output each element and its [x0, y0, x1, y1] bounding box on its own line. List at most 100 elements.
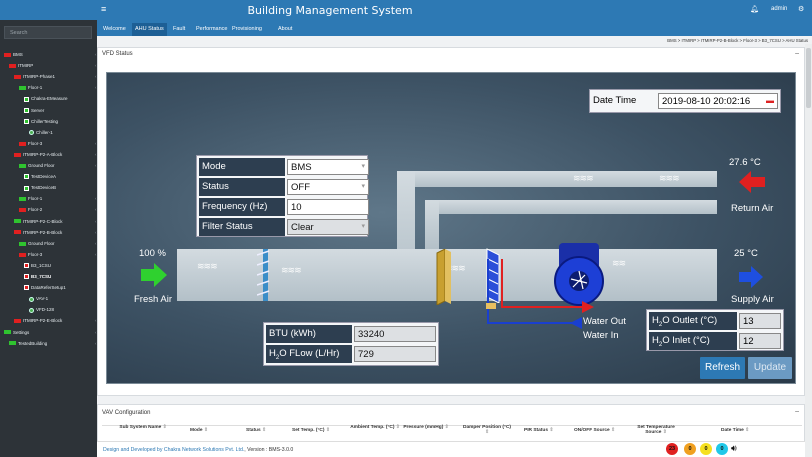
tree-node-label: ChillerTesting: [31, 118, 59, 124]
sort-icon[interactable]: ⇕: [394, 425, 400, 430]
tree-node-label: VFD-128: [36, 307, 55, 313]
tree-node-label: Floor-1: [28, 85, 43, 91]
tree-node-label: Floor-2: [28, 207, 43, 213]
tree-node[interactable]: Floor-1 ‹: [19, 83, 97, 93]
tree-node[interactable]: B3_7CSU: [24, 272, 51, 282]
h2o-flow-label: H2O FLow (L/Hr): [266, 345, 352, 363]
tree-node[interactable]: DataReferSetup1: [24, 283, 66, 293]
tree-node[interactable]: Ground Floor ‹: [19, 161, 97, 171]
tab-fault[interactable]: Fault: [170, 23, 188, 36]
tree-node[interactable]: Ground Floor ‹: [19, 239, 97, 249]
tree-node[interactable]: ITMIRP-Phase1 ‹: [14, 72, 97, 82]
vav-config-panel: VAV Configuration –: [97, 404, 805, 444]
alarm-count-badge[interactable]: 23: [666, 443, 678, 455]
supply-air-arrow-icon: [739, 266, 763, 288]
device-icon: [24, 96, 29, 102]
tree-node[interactable]: Floor-3 ‹: [19, 250, 97, 260]
tree-node[interactable]: B3_1CSU: [24, 261, 51, 271]
tree-node[interactable]: ITMIRP-P2-C-Block ‹: [14, 217, 97, 227]
sort-icon[interactable]: ⇕: [744, 428, 749, 433]
column-header[interactable]: Damper Position (°C) ⇕: [462, 425, 512, 435]
frequency-hz-input[interactable]: 10: [287, 199, 369, 215]
sort-icon[interactable]: ⇕: [610, 428, 615, 433]
folder-icon: [14, 319, 21, 324]
tab-performance[interactable]: Performance: [193, 23, 231, 36]
tree-node[interactable]: Floor-2 ‹: [19, 205, 97, 215]
status-select[interactable]: OFF: [287, 179, 369, 195]
bell-icon[interactable]: 🔔︎: [750, 5, 759, 13]
tree-node[interactable]: VAV-1: [29, 294, 48, 304]
settings-icon[interactable]: ⚙: [798, 5, 804, 13]
tree-node[interactable]: ITMIRP-P2-B-Block ‹: [14, 228, 97, 238]
tree-node[interactable]: ITMIRP ‹: [9, 61, 97, 71]
sensor-icon: [29, 130, 34, 135]
datetime-field[interactable]: 2019-08-10 20:02:16: [658, 93, 778, 109]
tree-node-label: ITMIRP-P2-C-Block: [23, 218, 63, 224]
tree-node-label: TestedBuilding: [18, 340, 48, 346]
sort-icon[interactable]: ⇕: [548, 428, 553, 433]
sort-icon[interactable]: ⇕: [443, 425, 449, 430]
scrollbar-thumb[interactable]: [806, 48, 811, 108]
page-scrollbar[interactable]: [805, 44, 812, 457]
alarm-count-badge[interactable]: 0: [684, 443, 696, 455]
mode-select[interactable]: BMS: [287, 159, 369, 175]
collapse-icon[interactable]: –: [795, 50, 799, 57]
folder-icon: [4, 330, 11, 335]
tab-about[interactable]: About: [275, 23, 295, 36]
sort-icon[interactable]: ⇕: [161, 425, 167, 430]
tree-node[interactable]: BMS ‹: [4, 50, 97, 60]
collapse-icon[interactable]: –: [795, 408, 799, 415]
folder-icon: [19, 197, 26, 202]
tree-node[interactable]: TestedBuilding ‹: [9, 339, 97, 349]
tree-node[interactable]: Settings ‹: [4, 328, 97, 338]
column-header[interactable]: Ambient Temp. (°C) ⇕: [350, 425, 400, 430]
tab-provisioning[interactable]: Provisioning: [229, 23, 265, 36]
sort-icon[interactable]: ⇕: [324, 428, 330, 433]
update-button[interactable]: Update: [748, 357, 792, 379]
refresh-button[interactable]: Refresh: [700, 357, 745, 379]
column-header[interactable]: Mode ⇕: [190, 428, 208, 433]
alarm-count-badge[interactable]: 0: [716, 443, 728, 455]
footer-credit: Design and Developed by Chakra Network S…: [103, 447, 294, 453]
tree-node-label: Ground Floor: [28, 240, 55, 246]
speaker-icon[interactable]: 🔊︎: [731, 443, 737, 454]
column-header[interactable]: Date Time ⇕: [721, 428, 749, 433]
column-header[interactable]: Sub System Name ⇕: [118, 425, 168, 430]
tree-node[interactable]: ITMIRP-P2-A-Block ‹: [14, 150, 97, 160]
tree-node[interactable]: Chiller-1: [29, 128, 53, 138]
return-duct-lower: [425, 200, 717, 214]
tree-node[interactable]: Server: [24, 106, 44, 116]
panel-title: VFD Status: [102, 51, 133, 57]
sort-icon[interactable]: ⇕: [261, 428, 266, 433]
tree-node-label: BMS: [13, 52, 23, 57]
tab-ahu-status[interactable]: AHU Status: [132, 23, 167, 36]
tree-node[interactable]: TestDeviceB: [24, 183, 56, 193]
column-header[interactable]: Set Temperature Source ⇕: [631, 425, 681, 435]
tree-node[interactable]: Floor-3 ‹: [19, 139, 97, 149]
search-input[interactable]: Search: [4, 26, 92, 39]
column-header[interactable]: Status ⇕: [246, 428, 266, 433]
device-icon: [24, 274, 29, 280]
tree-node[interactable]: TestDeviceA: [24, 172, 56, 182]
tree-node[interactable]: ChillerTesting: [24, 117, 58, 127]
sort-icon[interactable]: ⇕: [203, 428, 208, 433]
user-name[interactable]: admin: [771, 6, 787, 12]
tree-node[interactable]: Chakra-EMeasure: [24, 94, 68, 104]
calendar-clear-icon[interactable]: ▬: [766, 96, 774, 105]
column-header[interactable]: Pressure (mmHg) ⇕: [401, 425, 451, 430]
tab-welcome[interactable]: Welcome: [100, 23, 129, 36]
return-air-temp: 27.6 °C: [729, 157, 761, 168]
h2o-inlet-value: 12: [739, 333, 781, 349]
sort-icon[interactable]: ⇕: [485, 430, 489, 435]
tree-node[interactable]: VFD-128: [29, 305, 54, 315]
folder-icon: [14, 230, 21, 235]
column-header[interactable]: ON/OFF Source ⇕: [574, 428, 615, 433]
tree-node-label: Chakra-EMeasure: [31, 96, 68, 102]
alarm-count-badge[interactable]: 0: [700, 443, 712, 455]
column-header[interactable]: PIR Status ⇕: [524, 428, 553, 433]
filter-status-select[interactable]: Clear: [287, 219, 369, 235]
tree-node[interactable]: Floor-1 ‹: [19, 194, 97, 204]
column-header[interactable]: Set Temp. (°C) ⇕: [292, 428, 330, 433]
tree-node[interactable]: ITMIRP-P2-E-Block ‹: [14, 316, 97, 326]
sort-icon[interactable]: ⇕: [661, 430, 667, 435]
